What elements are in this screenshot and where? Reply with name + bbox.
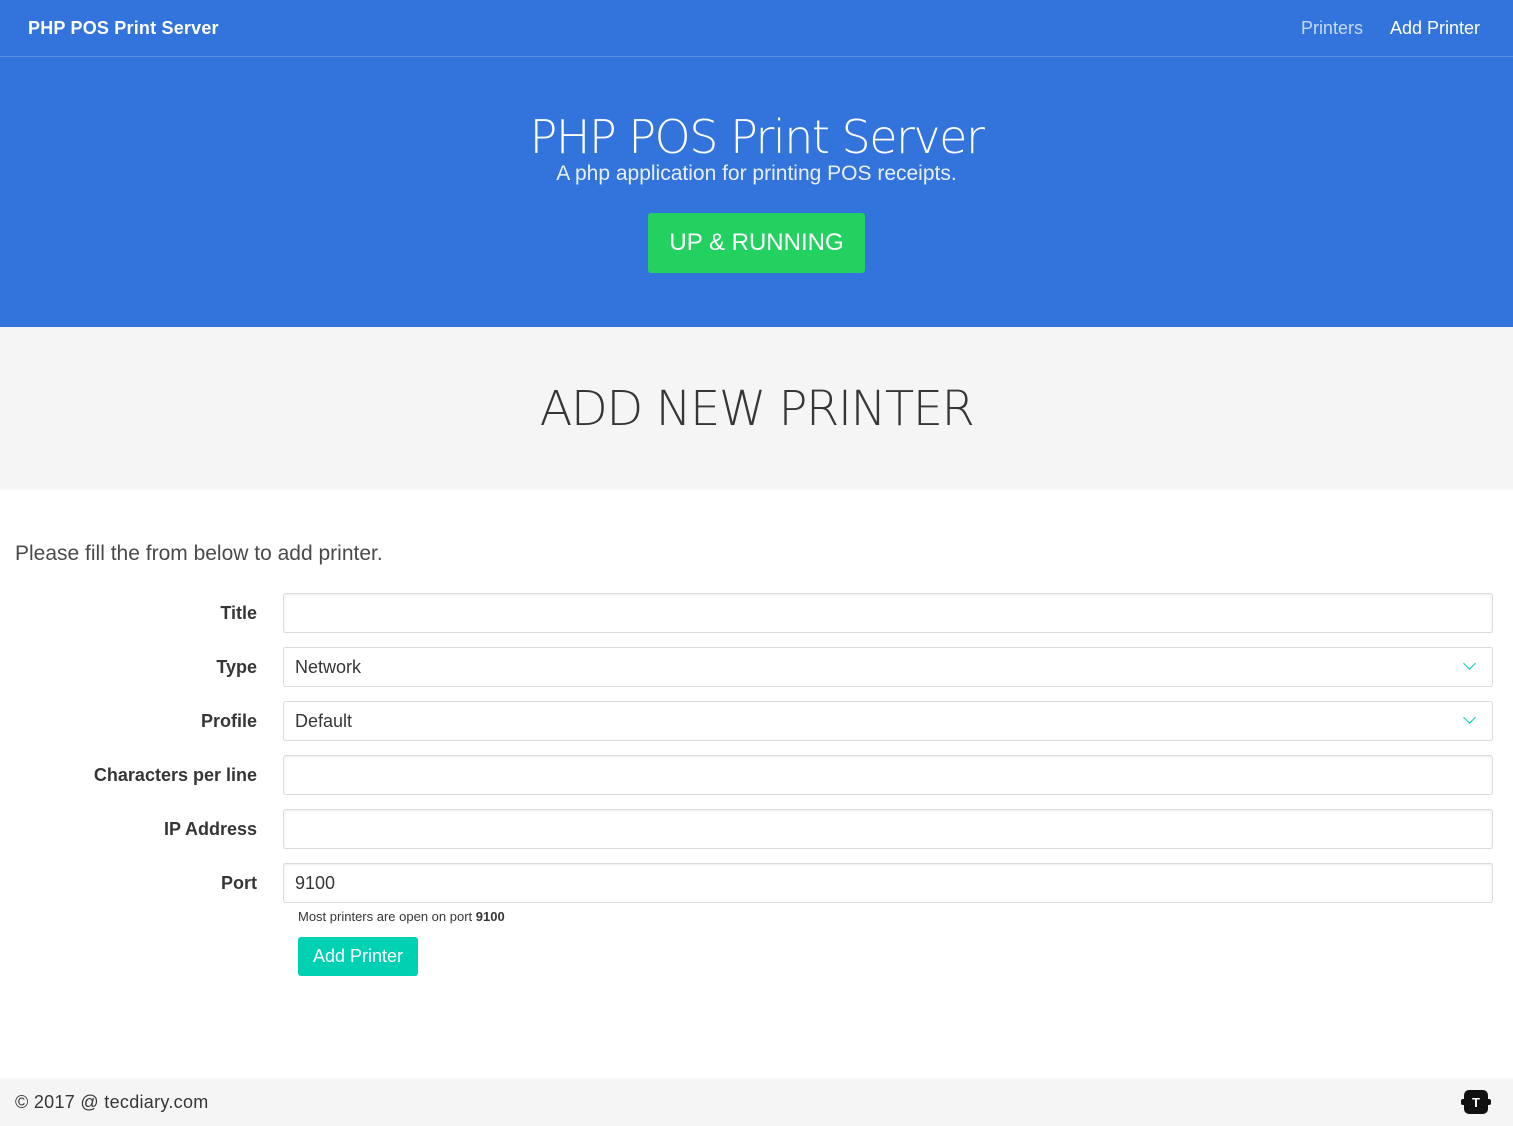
field-row-title: Title [15, 593, 1493, 633]
footer-copyright: © 2017 @ tecdiary.com [15, 1091, 209, 1112]
port-help-prefix: Most printers are open on port [298, 909, 476, 924]
top-navbar: PHP POS Print Server Printers Add Printe… [0, 0, 1513, 57]
ip-address-label: IP Address [163, 818, 257, 839]
field-row-ip: IP Address [15, 809, 1493, 849]
chars-per-line-label: Characters per line [93, 764, 257, 785]
chars-per-line-input[interactable] [283, 755, 1493, 795]
profile-select[interactable]: Default [283, 701, 1493, 741]
field-row-port: Port 9100 [15, 863, 1493, 903]
section-header: ADD NEW PRINTER [0, 327, 1513, 490]
field-row-chars: Characters per line [15, 755, 1493, 795]
port-help-value: 9100 [475, 909, 505, 924]
hero-banner: PHP POS Print Server A php application f… [0, 57, 1513, 327]
page-title: ADD NEW PRINTER [539, 380, 975, 437]
form-intro: Please fill the from below to add printe… [15, 542, 383, 565]
port-label: Port [221, 872, 257, 893]
port-input[interactable]: 9100 [283, 863, 1493, 903]
title-input[interactable] [283, 593, 1493, 633]
navbar-brand[interactable]: PHP POS Print Server [28, 18, 219, 39]
field-row-profile: Profile Default [15, 701, 1493, 741]
navbar-links: Printers Add Printer [1301, 18, 1485, 39]
ip-address-input[interactable] [283, 809, 1493, 849]
add-printer-button[interactable]: Add Printer [298, 937, 419, 976]
type-label: Type [216, 656, 257, 677]
profile-label: Profile [200, 710, 257, 731]
nav-link-printers[interactable]: Printers [1301, 18, 1363, 39]
hero-subtitle: A php application for printing POS recei… [556, 162, 957, 185]
add-printer-form: Please fill the from below to add printe… [0, 490, 1513, 976]
title-label: Title [220, 602, 257, 623]
footer: © 2017 @ tecdiary.com T [0, 1078, 1513, 1126]
tecdiary-logo-icon[interactable]: T [1461, 1090, 1491, 1114]
nav-link-add-printer[interactable]: Add Printer [1390, 18, 1480, 39]
hero-title: PHP POS Print Server [529, 110, 985, 164]
status-badge[interactable]: UP & RUNNING [648, 213, 865, 273]
port-help-text: Most printers are open on port 9100 [298, 909, 1493, 924]
type-select[interactable]: Network [283, 647, 1493, 687]
field-row-type: Type Network [15, 647, 1493, 687]
